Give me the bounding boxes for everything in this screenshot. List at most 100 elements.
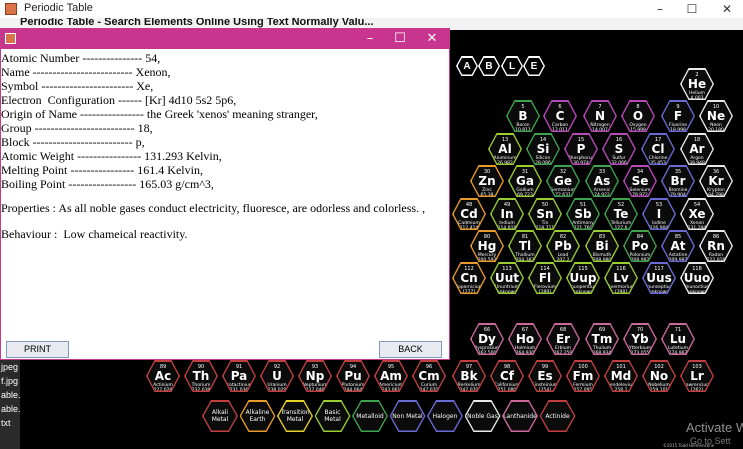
element-hex-lu[interactable]: 71 Lu Lutetium 174.967 (661, 323, 695, 355)
element-hex-c[interactable]: 6 C Carbon 12.011 (543, 100, 577, 132)
element-symbol: Zn (478, 173, 496, 188)
element-symbol: Si (536, 141, 550, 156)
element-hex-es[interactable]: 99 Es Einsteinium [254] (528, 360, 562, 392)
element-hex-uus[interactable]: 117 Uus Ununseptium unknown (642, 262, 676, 294)
close-icon[interactable]: ✕ (712, 0, 742, 18)
element-hex-he[interactable]: 2 He Helium 4.003 (680, 68, 714, 100)
print-button[interactable]: PRINT (6, 341, 69, 358)
element-hex-inner: 97 Bk Berkelium 247.070 (453, 361, 485, 391)
element-hex-sb[interactable]: 51 Sb Antimony 121.760 (566, 198, 600, 230)
element-hex-md[interactable]: 101 Md Mendelevium 258.1 (604, 360, 638, 392)
element-hex-uut[interactable]: 113 Uut Ununtrium unknown (490, 262, 524, 294)
element-name: Copernicium (454, 284, 484, 290)
element-hex-kr[interactable]: 36 Kr Krypton 84.798 (699, 165, 733, 197)
element-hex-tl[interactable]: 81 Tl Thallium 204.383 (508, 230, 542, 262)
element-hex-fm[interactable]: 100 Fm Fermium 257.095 (566, 360, 600, 392)
element-hex-rn[interactable]: 86 Rn Radon 222.018 (699, 230, 733, 262)
element-hex-er[interactable]: 68 Er Erbium 167.259 (546, 323, 580, 355)
element-hex-cm[interactable]: 96 Cm Curium 247.070 (412, 360, 446, 392)
element-hex-ga[interactable]: 31 Ga Gallium 69.723 (508, 165, 542, 197)
back-button[interactable]: BACK (379, 341, 442, 358)
element-hex-yb[interactable]: 70 Yb Ytterbium 173.055 (623, 323, 657, 355)
element-hex-p[interactable]: 15 P Phosphorus 30.974 (564, 133, 598, 165)
element-name: Uranium (267, 382, 287, 388)
element-hex-np[interactable]: 93 Np Neptunium 237.048 (298, 360, 332, 392)
element-hex-cn[interactable]: 112 Cn Copernicium [277] (452, 262, 486, 294)
element-name: Radon (708, 252, 724, 258)
element-weight: 65.38 (480, 192, 494, 198)
element-hex-ne[interactable]: 10 Ne Neon 20.180 (699, 100, 733, 132)
element-hex-lv[interactable]: 116 Lv Livermorium [298] (604, 262, 638, 294)
element-weight: 20.180 (708, 127, 724, 133)
element-weight: [254] (538, 387, 552, 393)
element-symbol: B (518, 108, 528, 123)
element-hex-bk[interactable]: 97 Bk Berkelium 247.070 (452, 360, 486, 392)
element-symbol: I (656, 206, 662, 221)
desktop-item[interactable]: txt (0, 416, 20, 430)
element-hex-lr[interactable]: 103 Lr Lawrencium [262] (680, 360, 714, 392)
element-hex-s[interactable]: 16 S Sulfur 32.066 (602, 133, 636, 165)
desktop-item[interactable]: able. (0, 388, 20, 402)
element-hex-uup[interactable]: 115 Uup Ununpentium unknown (566, 262, 600, 294)
element-hex-am[interactable]: 95 Am Americium 243.061 (374, 360, 408, 392)
dialog-maximize-icon[interactable]: ☐ (385, 29, 415, 49)
element-hex-b[interactable]: 5 B Boron 10.811 (506, 100, 540, 132)
element-hex-hg[interactable]: 80 Hg Mercury 200.592 (470, 230, 504, 262)
element-hex-xe[interactable]: 54 Xe Xenon 131.294 (680, 198, 714, 230)
element-hex-cd[interactable]: 48 Cd Cadmium 112.414 (452, 198, 486, 230)
element-hex-al[interactable]: 13 Al Aluminum 26.982 (488, 133, 522, 165)
element-hex-th[interactable]: 90 Th Thorium 232.038 (184, 360, 218, 392)
element-hex-cf[interactable]: 98 Cf Californium 251.080 (490, 360, 524, 392)
maximize-icon[interactable]: ☐ (677, 0, 707, 18)
element-hex-br[interactable]: 35 Br Bromine 79.904 (661, 165, 695, 197)
desktop-item[interactable]: able.t (0, 402, 20, 416)
element-hex-zn[interactable]: 30 Zn Zinc 65.38 (470, 165, 504, 197)
element-hex-sn[interactable]: 50 Sn Tin 118.711 (528, 198, 562, 230)
element-hex-n[interactable]: 7 N Nitrogen 14.007 (583, 100, 617, 132)
element-hex-u[interactable]: 92 U Uranium 238.029 (260, 360, 294, 392)
element-hex-si[interactable]: 14 Si Silicon 28.086 (526, 133, 560, 165)
element-weight: 79.904 (670, 192, 686, 198)
element-name: Ytterbium (628, 345, 652, 351)
element-hex-pa[interactable]: 91 Pa Protactinium 231.036 (222, 360, 256, 392)
element-hex-o[interactable]: 8 O Oxygen 15.999 (621, 100, 655, 132)
element-hex-te[interactable]: 52 Te Tellurium 127.6 (604, 198, 638, 230)
header-text: Periodic Table - Search Elements Online … (20, 18, 374, 28)
element-hex-tm[interactable]: 69 Tm Thulium 168.934 (585, 323, 619, 355)
element-hex-pb[interactable]: 82 Pb Lead 207.2 (546, 230, 580, 262)
element-hex-dy[interactable]: 66 Dy Dysprosium 162.500 (470, 323, 504, 355)
element-hex-inner: 33 As Arsenic 74.922 (586, 166, 618, 196)
element-hex-as[interactable]: 33 As Arsenic 74.922 (585, 165, 619, 197)
element-hex-cl[interactable]: 17 Cl Chlorine 35.453 (641, 133, 675, 165)
dialog-minimize-icon[interactable]: – (355, 29, 385, 49)
element-hex-ge[interactable]: 32 Ge Germanium 72.631 (546, 165, 580, 197)
element-hex-pu[interactable]: 94 Pu Plutonium 244.064 (336, 360, 370, 392)
minimize-icon[interactable]: – (645, 0, 675, 18)
element-hex-i[interactable]: 53 I Iodine 126.904 (642, 198, 676, 230)
element-hex-inner: 92 U Uranium 238.029 (261, 361, 293, 391)
element-hex-ho[interactable]: 67 Ho Holmium 164.930 (508, 323, 542, 355)
desktop-sliver: jpeg f.jpg able. able.t txt (0, 360, 20, 449)
element-hex-bi[interactable]: 83 Bi Bismuth 208.980 (585, 230, 619, 262)
element-name: Zinc (482, 187, 492, 193)
element-hex-at[interactable]: 85 At Astatine 209.987 (661, 230, 695, 262)
element-hex-po[interactable]: 84 Po Polonium [208.982] (623, 230, 657, 262)
element-hex-ac[interactable]: 89 Ac Actinium 227.028 (146, 360, 180, 392)
element-hex-fl[interactable]: 114 Fl Flerovium [289] (528, 262, 562, 294)
desktop-item[interactable]: f.jpg (0, 374, 20, 388)
desktop-item[interactable]: jpeg (0, 360, 20, 374)
element-symbol: Pb (554, 238, 572, 253)
dialog-close-icon[interactable]: ✕ (417, 29, 447, 49)
element-hex-ar[interactable]: 18 Ar Argon 39.948 (680, 133, 714, 165)
element-hex-se[interactable]: 34 Se Selenium 78.972 (623, 165, 657, 197)
dialog-body: Atomic Number --------------- 54, Name -… (1, 49, 449, 339)
element-hex-no[interactable]: 102 No Nobelium 259.101 (642, 360, 676, 392)
element-hex-inner: 7 N Nitrogen 14.007 (584, 101, 616, 131)
element-hex-f[interactable]: 9 F Fluorine 18.998 (661, 100, 695, 132)
title-letter: L (502, 57, 522, 75)
element-weight: 258.1 (614, 387, 628, 393)
legend-label: Halogen (428, 401, 462, 431)
element-hex-in[interactable]: 49 In Indium 114.818 (490, 198, 524, 230)
element-symbol: Te (613, 206, 629, 221)
element-hex-uuo[interactable]: 118 Uuo Ununoctium unknown (680, 262, 714, 294)
